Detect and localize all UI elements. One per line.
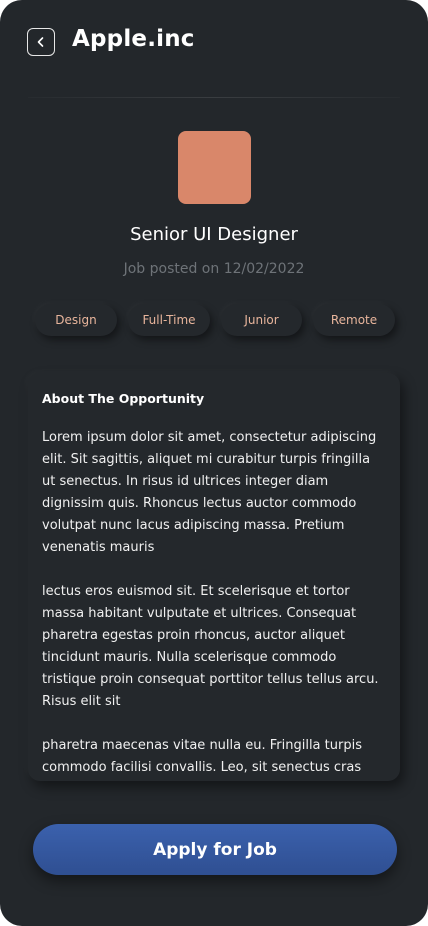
apply-button[interactable]: Apply for Job [33, 824, 397, 875]
tag-design[interactable]: Design [35, 304, 117, 336]
job-tags: Design Full-Time Junior Remote [35, 304, 395, 336]
company-logo [178, 131, 251, 204]
chevron-left-icon [35, 33, 47, 52]
about-heading: About The Opportunity [42, 391, 205, 406]
job-posted-date: Job posted on 12/02/2022 [123, 261, 305, 277]
about-paragraph: pharetra maecenas vitae nulla eu. Fringi… [42, 738, 362, 775]
divider [28, 97, 400, 98]
tag-junior[interactable]: Junior [221, 304, 302, 336]
job-title: Senior UI Designer [130, 224, 298, 245]
back-button[interactable] [27, 28, 55, 56]
about-paragraph: lectus eros euismod sit. Et scelerisque … [42, 584, 379, 709]
screen: Apple.inc Senior UI Designer Job posted … [0, 0, 428, 926]
page-title: Apple.inc [72, 26, 195, 52]
tag-full-time[interactable]: Full-Time [128, 304, 210, 336]
about-paragraph: Lorem ipsum dolor sit amet, consectetur … [42, 430, 377, 555]
tag-remote[interactable]: Remote [313, 304, 395, 336]
about-card[interactable]: About The Opportunity Lorem ipsum dolor … [28, 373, 400, 781]
